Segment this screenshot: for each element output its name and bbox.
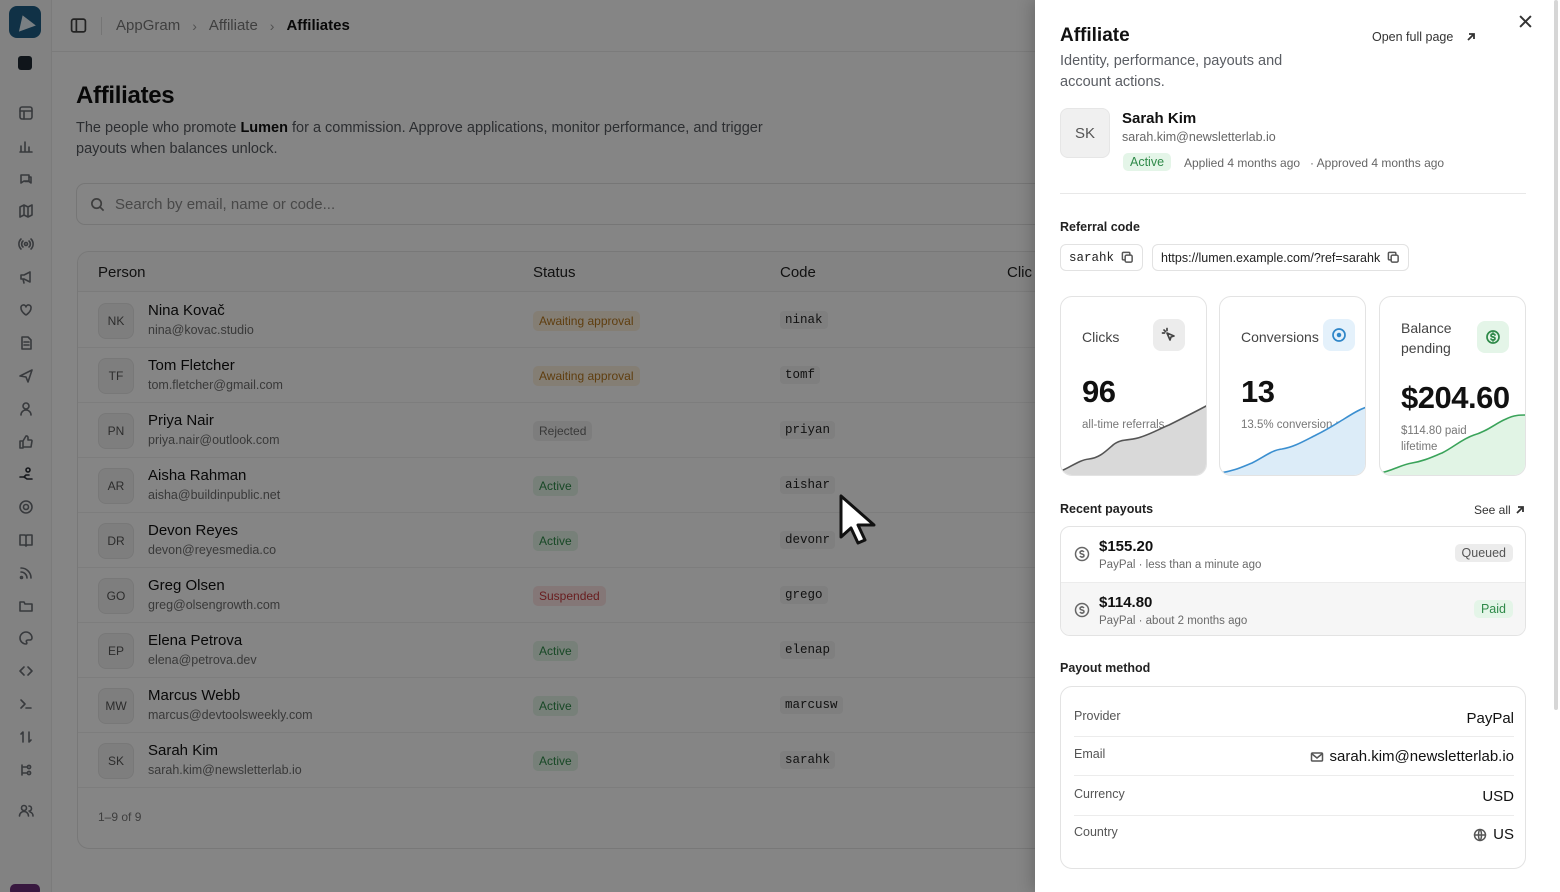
referral-code: sarahk <box>1069 250 1115 265</box>
method-value: PayPal <box>1466 710 1514 727</box>
open-full-page-link[interactable]: Open full page <box>1372 30 1477 44</box>
provider-value: PayPal <box>1466 710 1514 727</box>
payout-amount: $155.20 <box>1099 538 1154 555</box>
mouse-cursor-icon <box>839 494 876 545</box>
affiliate-name: Sarah Kim <box>1122 110 1197 127</box>
clicks-card: Clicks 96 all-time referrals <box>1060 296 1207 476</box>
panel-scrollbar[interactable] <box>1554 0 1558 710</box>
method-value: US <box>1473 826 1514 843</box>
copy-icon[interactable] <box>1387 251 1400 264</box>
payout-method-card: Provider PayPal Email sarah.kim@newslett… <box>1060 686 1526 869</box>
referral-code-chip[interactable]: sarahk <box>1060 244 1144 271</box>
clicks-sparkline <box>1061 405 1206 475</box>
external-link-icon <box>1516 506 1524 514</box>
globe-icon <box>1473 828 1487 841</box>
affiliate-panel: Affiliate Identity, performance, payouts… <box>1035 0 1560 892</box>
see-all-link[interactable]: See all <box>1474 503 1525 517</box>
panel-description: Identity, performance, payouts and accou… <box>1060 53 1283 90</box>
method-key: Currency <box>1074 787 1125 801</box>
dollar-circle-icon <box>1477 321 1509 353</box>
method-row-country: Country US <box>1074 816 1514 855</box>
status-badge: Paid <box>1473 600 1513 618</box>
status-badge: Queued <box>1454 544 1513 562</box>
see-all-label: See all <box>1474 503 1511 517</box>
method-row-provider: Provider PayPal <box>1074 698 1514 737</box>
method-key: Provider <box>1074 709 1121 723</box>
balance-label: Balance pending <box>1401 320 1452 356</box>
divider <box>1060 193 1526 194</box>
payout-method-label: Payout method <box>1060 661 1151 675</box>
target-icon <box>1323 319 1355 351</box>
method-row-email: Email sarah.kim@newsletterlab.io <box>1074 737 1514 776</box>
dollar-circle-icon <box>1074 602 1090 618</box>
copy-icon[interactable] <box>1121 251 1134 264</box>
referral-link-chip[interactable]: https://lumen.example.com/?ref=sarahk <box>1152 244 1410 271</box>
cursor-click-icon <box>1153 319 1185 351</box>
conversions-card: Conversions 13 13.5% conversion rate <box>1219 296 1366 476</box>
approved-date: · Approved 4 months ago <box>1310 156 1445 170</box>
referral-link: https://lumen.example.com/?ref=sarahk <box>1161 250 1381 265</box>
list-item[interactable]: $155.20 PayPal · less than a minute ago … <box>1061 527 1525 581</box>
applied-date: Applied 4 months ago <box>1184 156 1301 170</box>
modal-backdrop[interactable] <box>0 0 1035 892</box>
method-key: Email <box>1074 747 1106 761</box>
dollar-circle-icon <box>1074 546 1090 562</box>
balance-sparkline <box>1380 414 1525 475</box>
method-value: USD <box>1482 788 1514 805</box>
payouts-list: $155.20 PayPal · less than a minute ago … <box>1060 526 1526 636</box>
mail-icon <box>1310 751 1323 762</box>
balance-card: Balance pending $204.60 $114.80 paid lif… <box>1379 296 1526 476</box>
conversions-label: Conversions <box>1241 329 1319 345</box>
close-icon[interactable] <box>1517 13 1533 29</box>
panel-title: Affiliate <box>1060 25 1130 46</box>
referral-code-label: Referral code <box>1060 220 1140 234</box>
external-link-icon <box>1467 33 1476 41</box>
clicks-label: Clicks <box>1082 329 1120 345</box>
payout-meta: PayPal · about 2 months ago <box>1099 615 1248 627</box>
affiliate-email: sarah.kim@newsletterlab.io <box>1122 130 1276 144</box>
open-full-page-label: Open full page <box>1372 30 1454 44</box>
method-key: Country <box>1074 825 1118 839</box>
payout-meta: PayPal · less than a minute ago <box>1099 559 1262 571</box>
payout-amount: $114.80 <box>1099 594 1153 611</box>
email-value: sarah.kim@newsletterlab.io <box>1329 748 1514 765</box>
recent-payouts-label: Recent payouts <box>1060 502 1154 516</box>
method-row-currency: Currency USD <box>1074 777 1514 816</box>
list-item[interactable]: $114.80 PayPal · about 2 months ago Paid <box>1061 582 1525 635</box>
country-value: US <box>1493 826 1514 843</box>
status-badge: Active <box>1123 153 1172 171</box>
avatar: SK <box>1060 108 1110 158</box>
conversions-sparkline <box>1220 406 1365 475</box>
currency-value: USD <box>1482 788 1514 805</box>
method-value: sarah.kim@newsletterlab.io <box>1310 748 1514 765</box>
